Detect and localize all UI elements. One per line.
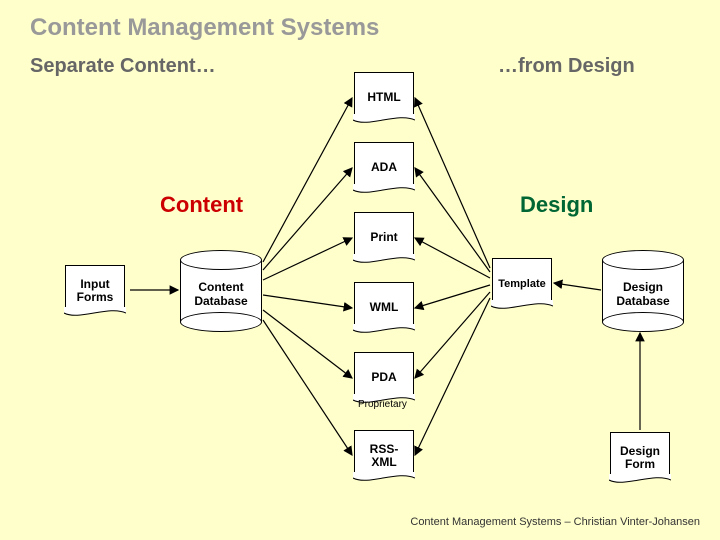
footer-text: Content Management Systems – Christian V… — [410, 516, 700, 528]
doc-wave-icon — [609, 474, 671, 490]
subtitle-right: …from Design — [498, 55, 635, 78]
page-title: Content Management Systems — [30, 14, 379, 42]
doc-wave-icon — [353, 114, 415, 130]
doc-wave-icon — [353, 184, 415, 200]
doc-wave-icon — [64, 307, 126, 323]
doc-wave-icon — [353, 472, 415, 488]
doc-wave-icon — [491, 300, 553, 316]
section-content-label: Content — [160, 192, 243, 218]
pda-sublabel: Proprietary — [358, 399, 407, 410]
doc-wave-icon — [353, 324, 415, 340]
section-design-label: Design — [520, 192, 593, 218]
content-database-node: Content Database — [180, 250, 262, 332]
design-database-node: Design Database — [602, 250, 684, 332]
subtitle-left: Separate Content… — [30, 55, 216, 78]
doc-wave-icon — [353, 254, 415, 270]
